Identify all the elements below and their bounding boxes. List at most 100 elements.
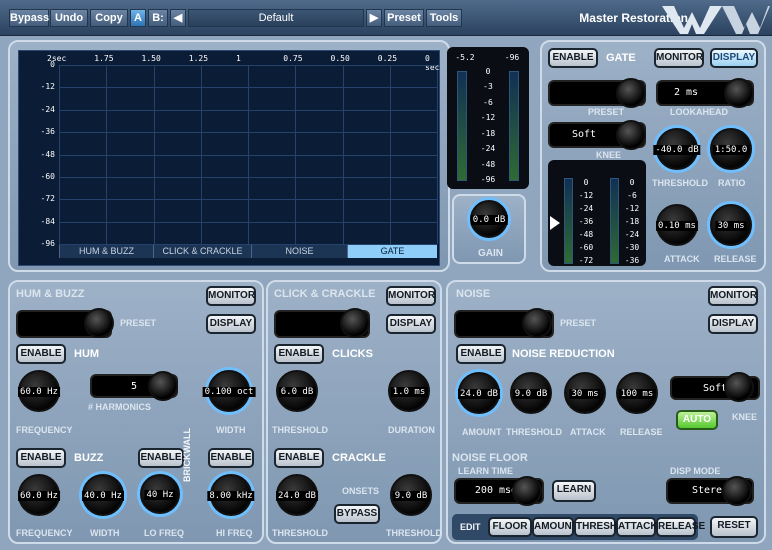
copy-button[interactable]: Copy	[90, 9, 128, 27]
hum-buzz-title: HUM & BUZZ	[16, 288, 85, 300]
noise-knee-knob[interactable]	[724, 372, 754, 402]
edit-thresh-button[interactable]: THRESH	[574, 517, 617, 537]
x-tick-label: 0 sec	[425, 54, 440, 72]
ab-toggle-button[interactable]: A	[130, 9, 146, 27]
lo-freq-knob[interactable]: 40 Hz	[140, 474, 180, 514]
harmonics-knob[interactable]	[148, 371, 178, 401]
noise-attack-knob[interactable]: 30 ms	[564, 372, 606, 414]
learn-time-knob[interactable]	[512, 476, 542, 506]
edit-floor-button[interactable]: FLOOR	[488, 517, 532, 537]
grid-hline	[59, 154, 437, 156]
hum-preset-knob[interactable]	[84, 308, 114, 338]
next-preset-icon[interactable]: ▶	[366, 9, 382, 27]
crackle-threshold-knob[interactable]: 24.0 dB	[276, 474, 318, 516]
grid-hline	[59, 65, 437, 66]
hum-enable-button[interactable]: ENABLE	[16, 344, 66, 364]
gate-title: GATE	[606, 52, 636, 64]
left-level-bar	[457, 71, 467, 181]
noise-preset-knob[interactable]	[522, 308, 552, 338]
noise-display-button[interactable]: DISPLAY	[708, 314, 758, 334]
disp-mode-knob[interactable]	[722, 476, 752, 506]
noise-amount-knob[interactable]: 24.0 dB	[458, 372, 500, 414]
gate-panel: ENABLE GATE MONITOR DISPLAY PRESET 2 ms …	[540, 40, 766, 272]
meter-tick-label: 0	[629, 178, 635, 187]
edit-amount-button[interactable]: AMOUNT	[532, 517, 578, 537]
x-tick-label: 0.75	[283, 54, 303, 63]
noise-preset-label: PRESET	[560, 318, 597, 328]
clicks-threshold-knob[interactable]: 6.0 dB	[276, 370, 318, 412]
auto-button[interactable]: AUTO	[676, 410, 718, 430]
b-button[interactable]: B:	[148, 9, 168, 27]
edit-release-button[interactable]: RELEASE	[656, 517, 705, 537]
reset-button[interactable]: RESET	[710, 516, 758, 538]
meter-tick-label: -24	[624, 230, 640, 239]
lookahead-knob[interactable]	[724, 78, 754, 108]
hum-monitor-button[interactable]: MONITOR	[206, 286, 256, 306]
click-monitor-button[interactable]: MONITOR	[386, 286, 436, 306]
noise-reduction-title: NOISE REDUCTION	[512, 348, 615, 360]
clicks-threshold-label: THRESHOLD	[272, 425, 328, 435]
lo-freq-label: LO FREQ	[144, 528, 184, 538]
gate-enable-button[interactable]: ENABLE	[548, 48, 598, 68]
buzz-width-value: 40.0 Hz	[82, 491, 124, 501]
brickwall-hi-enable-button[interactable]: ENABLE	[208, 448, 254, 468]
hi-freq-value: 8.00 kHz	[207, 491, 255, 501]
gate-preset-knob[interactable]	[616, 78, 646, 108]
prev-preset-icon[interactable]: ◀	[170, 9, 186, 27]
crackle-enable-button[interactable]: ENABLE	[274, 448, 324, 468]
undo-button[interactable]: Undo	[50, 9, 88, 27]
gate-knee-knob[interactable]	[616, 120, 646, 150]
gate-ratio-knob[interactable]: 1:50.0	[710, 128, 752, 170]
meter-tick-label: -96	[480, 175, 496, 184]
gate-threshold-knob[interactable]: -40.0 dB	[653, 128, 701, 170]
tab-hum-buzz[interactable]: HUM & BUZZ	[59, 244, 153, 258]
tools-menu-button[interactable]: Tools	[426, 9, 462, 27]
left-peak-readout: -5.2	[455, 53, 475, 62]
noise-threshold-knob[interactable]: 9.0 dB	[510, 372, 552, 414]
meter-tick-label: -48	[578, 230, 594, 239]
noise-enable-button[interactable]: ENABLE	[456, 344, 506, 364]
onsets-bypass-button[interactable]: BYPASS	[334, 504, 380, 524]
noise-release-knob[interactable]: 100 ms	[616, 372, 658, 414]
learn-button[interactable]: LEARN	[552, 480, 596, 502]
tab-noise[interactable]: NOISE	[251, 244, 347, 258]
meter-tick-label: -24	[578, 204, 594, 213]
clicks-threshold-value: 6.0 dB	[278, 387, 316, 397]
noise-release-value: 100 ms	[618, 389, 656, 399]
bypass-button[interactable]: Bypass	[9, 9, 49, 27]
hum-display-button[interactable]: DISPLAY	[206, 314, 256, 334]
gain-knob[interactable]: 0.0 dB	[470, 200, 508, 238]
x-tick-label: 0.50	[330, 54, 350, 63]
waves-logo-icon	[662, 6, 770, 34]
hum-frequency-knob[interactable]: 60.0 Hz	[18, 370, 60, 412]
click-preset-knob[interactable]	[340, 308, 370, 338]
gate-release-knob[interactable]: 30 ms	[710, 204, 752, 246]
gain-panel: 0.0 dB GAIN	[452, 194, 526, 264]
noise-panel: NOISE MONITOR DISPLAY PRESET ENABLE NOIS…	[446, 280, 766, 544]
buzz-width-label: WIDTH	[90, 528, 120, 538]
click-display-button[interactable]: DISPLAY	[386, 314, 436, 334]
noise-monitor-button[interactable]: MONITOR	[708, 286, 758, 306]
buzz-frequency-knob[interactable]: 60.0 Hz	[18, 474, 60, 516]
tab-click-crackle[interactable]: CLICK & CRACKLE	[153, 244, 251, 258]
edit-attack-button[interactable]: ATTACK	[616, 517, 658, 537]
hi-freq-knob[interactable]: 8.00 kHz	[207, 474, 255, 516]
preset-name-field[interactable]: Default	[188, 9, 364, 27]
clicks-title: CLICKS	[332, 348, 373, 360]
noise-amount-value: 24.0 dB	[458, 389, 500, 399]
clicks-enable-button[interactable]: ENABLE	[274, 344, 324, 364]
x-tick-label: 1	[236, 54, 241, 63]
onset-threshold-knob[interactable]: 9.0 dB	[390, 474, 432, 516]
gate-display-button[interactable]: DISPLAY	[710, 48, 758, 68]
gate-monitor-button[interactable]: MONITOR	[654, 48, 704, 68]
tab-gate[interactable]: GATE	[347, 244, 437, 258]
duration-knob[interactable]: 1.0 ms	[388, 370, 430, 412]
buzz-enable-button[interactable]: ENABLE	[16, 448, 66, 468]
brickwall-lo-enable-button[interactable]: ENABLE	[138, 448, 184, 468]
hum-width-knob[interactable]: 0.100 oct	[202, 370, 256, 412]
buzz-width-knob[interactable]: 40.0 Hz	[82, 474, 124, 516]
preset-menu-button[interactable]: Preset	[384, 9, 424, 27]
gate-ratio-value: 1:50.0	[712, 145, 750, 155]
gate-attack-knob[interactable]: 0.10 ms	[656, 204, 698, 246]
meter-tick-label: -18	[624, 217, 640, 226]
